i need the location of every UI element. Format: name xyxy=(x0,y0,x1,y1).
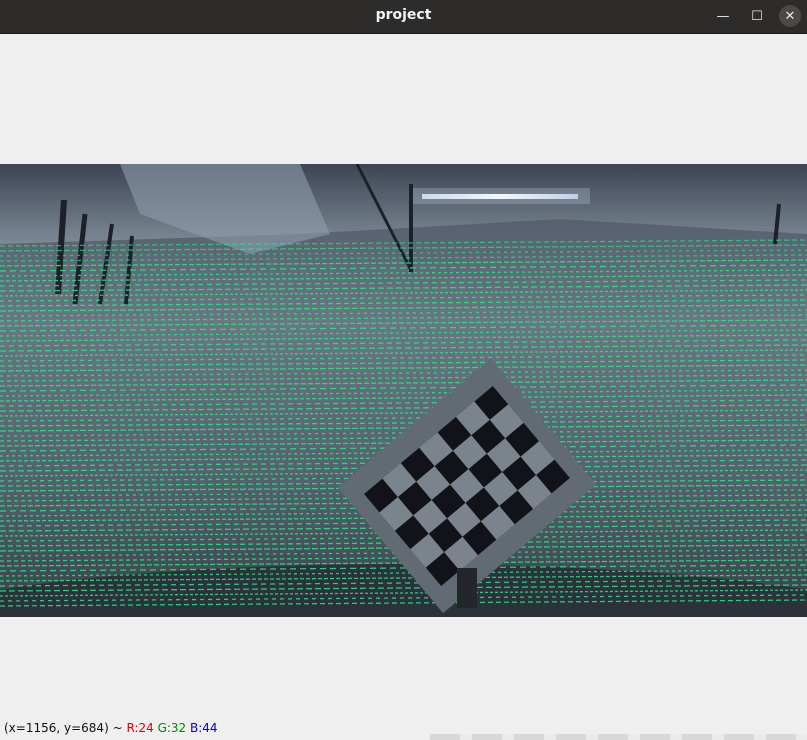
light-glow xyxy=(410,188,590,204)
window-titlebar[interactable]: project — ☐ ✕ xyxy=(0,0,807,34)
close-icon: ✕ xyxy=(784,8,796,24)
pixel-green-value: G:32 xyxy=(157,721,187,735)
minimize-icon: — xyxy=(716,8,730,24)
maximize-icon: ☐ xyxy=(751,8,763,24)
image-viewport[interactable] xyxy=(0,164,807,617)
maximize-button[interactable]: ☐ xyxy=(746,5,768,27)
obscured-statusbar-text xyxy=(430,734,807,740)
close-button[interactable]: ✕ xyxy=(779,5,801,27)
camera-lidar-projection-image xyxy=(0,164,807,617)
pixel-red-value: R:24 xyxy=(126,721,154,735)
cursor-coords: (x=1156, y=684) ~ xyxy=(4,721,123,735)
minimize-button[interactable]: — xyxy=(712,5,734,27)
statusbar: (x=1156, y=684) ~ R:24 G:32 B:44 xyxy=(4,721,218,735)
window-title: project xyxy=(375,7,432,23)
checkerboard-stand xyxy=(457,568,477,608)
pixel-blue-value: B:44 xyxy=(190,721,218,735)
